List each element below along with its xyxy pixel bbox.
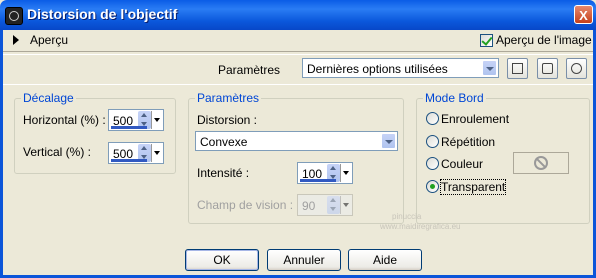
watermark-line1: pinuccia (392, 212, 422, 221)
ok-button[interactable]: OK (185, 249, 259, 271)
fov-spinner: 90 (297, 194, 353, 216)
horizontal-spinner[interactable]: 500 (108, 109, 164, 131)
spinner-dropdown-icon[interactable] (151, 144, 162, 162)
spinner-dropdown-icon[interactable] (151, 111, 162, 129)
close-button[interactable]: X (574, 5, 593, 24)
watermark: pinuccia www.maidiregrafica.eu (380, 212, 460, 232)
app-icon (5, 7, 23, 25)
vertical-spinner[interactable]: 500 (108, 142, 164, 164)
spinner-slider-bar[interactable] (111, 126, 147, 129)
preview-toggle-label[interactable]: Aperçu (30, 33, 68, 47)
preview-on-image-label[interactable]: Aperçu de l'image (496, 33, 592, 47)
separator (3, 51, 593, 55)
randomize-icon (542, 63, 553, 74)
save-preset-button[interactable] (507, 58, 528, 79)
distortion-value: Convexe (200, 135, 248, 149)
presets-value: Dernières options utilisées (307, 62, 448, 76)
radio-couleur-label[interactable]: Couleur (441, 157, 483, 171)
help-button[interactable]: Aide (348, 249, 422, 271)
no-color-icon (534, 156, 548, 170)
intensity-label: Intensité : (197, 166, 250, 180)
preview-on-image-checkbox[interactable] (480, 34, 493, 47)
mode-bord-title: Mode Bord (423, 91, 486, 105)
expand-arrow-icon[interactable] (13, 35, 19, 45)
radio-enroulement[interactable] (426, 112, 439, 125)
distortion-dropdown[interactable]: Convexe (195, 131, 398, 151)
spinner-dropdown-icon (340, 196, 351, 214)
window-title: Distorsion de l'objectif (27, 6, 178, 22)
radio-couleur[interactable] (426, 157, 439, 170)
color-swatch-button[interactable] (513, 152, 569, 174)
watermark-line2: www.maidiregrafica.eu (380, 222, 461, 231)
randomize-button[interactable] (537, 58, 558, 79)
title-bar: Distorsion de l'objectif X (0, 0, 596, 30)
chevron-down-icon[interactable] (381, 133, 396, 149)
intensity-spinner[interactable]: 100 (297, 162, 353, 184)
fov-value: 90 (302, 199, 316, 213)
parametres-title: Paramètres (195, 91, 262, 105)
radio-repetition-label[interactable]: Répétition (441, 135, 495, 149)
presets-label: Paramètres (218, 63, 281, 77)
save-preset-icon (512, 63, 523, 74)
fov-label: Champ de vision : (197, 198, 294, 212)
radio-transparent-label[interactable]: Transparent (439, 179, 507, 195)
vertical-label: Vertical (%) : (23, 145, 92, 159)
spinner-slider-bar[interactable] (300, 179, 336, 182)
horizontal-label: Horizontal (%) : (23, 113, 106, 127)
distortion-label: Distorsion : (197, 113, 258, 127)
spinner-dropdown-icon[interactable] (340, 164, 351, 182)
radio-enroulement-label[interactable]: Enroulement (441, 112, 509, 126)
spinner-slider-bar[interactable] (111, 159, 147, 162)
reset-button[interactable] (566, 58, 587, 79)
cancel-button[interactable]: Annuler (267, 249, 341, 271)
presets-dropdown[interactable]: Dernières options utilisées (302, 58, 499, 78)
spinner-arrows-icon (327, 196, 340, 214)
radio-transparent[interactable] (426, 180, 439, 193)
chevron-down-icon[interactable] (482, 60, 497, 76)
decalage-title: Décalage (21, 91, 76, 105)
reset-icon (571, 63, 582, 74)
radio-repetition[interactable] (426, 135, 439, 148)
